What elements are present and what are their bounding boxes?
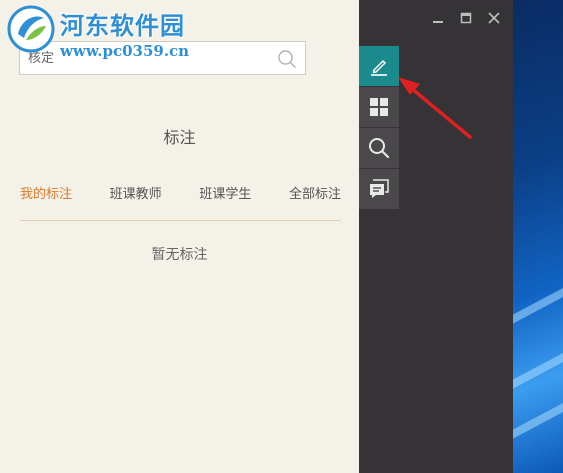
desktop-light-beam	[505, 389, 563, 453]
tab-my-annotations[interactable]: 我的标注	[20, 182, 72, 220]
annotation-panel: 标注 我的标注 班课教师 班课学生 全部标注 暂无标注	[0, 0, 359, 473]
minimize-button[interactable]	[427, 9, 449, 27]
thumbnails-tool-button[interactable]	[359, 87, 399, 127]
minimize-icon	[433, 21, 443, 23]
panel-title: 标注	[163, 128, 196, 147]
tab-class-student[interactable]: 班课学生	[199, 182, 251, 220]
search-tool-button[interactable]	[359, 128, 399, 168]
window-controls	[427, 9, 505, 27]
annotate-tool-button[interactable]	[359, 46, 399, 86]
tab-all-annotations[interactable]: 全部标注	[289, 182, 341, 220]
comment-icon	[370, 179, 389, 198]
screenshot-stage: 标注 我的标注 班课教师 班课学生 全部标注 暂无标注 河东软件园 www.pc…	[0, 0, 563, 473]
grid-icon	[370, 98, 388, 116]
desktop-background	[505, 0, 563, 473]
pen-icon	[371, 60, 387, 76]
close-icon	[488, 12, 500, 24]
search-box	[19, 41, 306, 75]
empty-state-message: 暂无标注	[151, 247, 208, 263]
annotation-tabs: 我的标注 班课教师 班课学生 全部标注	[20, 182, 341, 221]
app-window: 标注 我的标注 班课教师 班课学生 全部标注 暂无标注	[0, 0, 513, 473]
close-button[interactable]	[483, 9, 505, 27]
tab-class-teacher[interactable]: 班课教师	[110, 182, 162, 220]
side-toolbar	[359, 46, 399, 210]
maximize-button[interactable]	[455, 9, 477, 27]
desktop-light-beam	[505, 339, 563, 403]
maximize-icon	[460, 12, 472, 24]
comments-tool-button[interactable]	[359, 169, 399, 209]
search-icon[interactable]	[277, 49, 297, 69]
desktop-light-beam	[505, 274, 563, 338]
search-icon	[369, 138, 390, 159]
search-input[interactable]	[20, 42, 278, 74]
